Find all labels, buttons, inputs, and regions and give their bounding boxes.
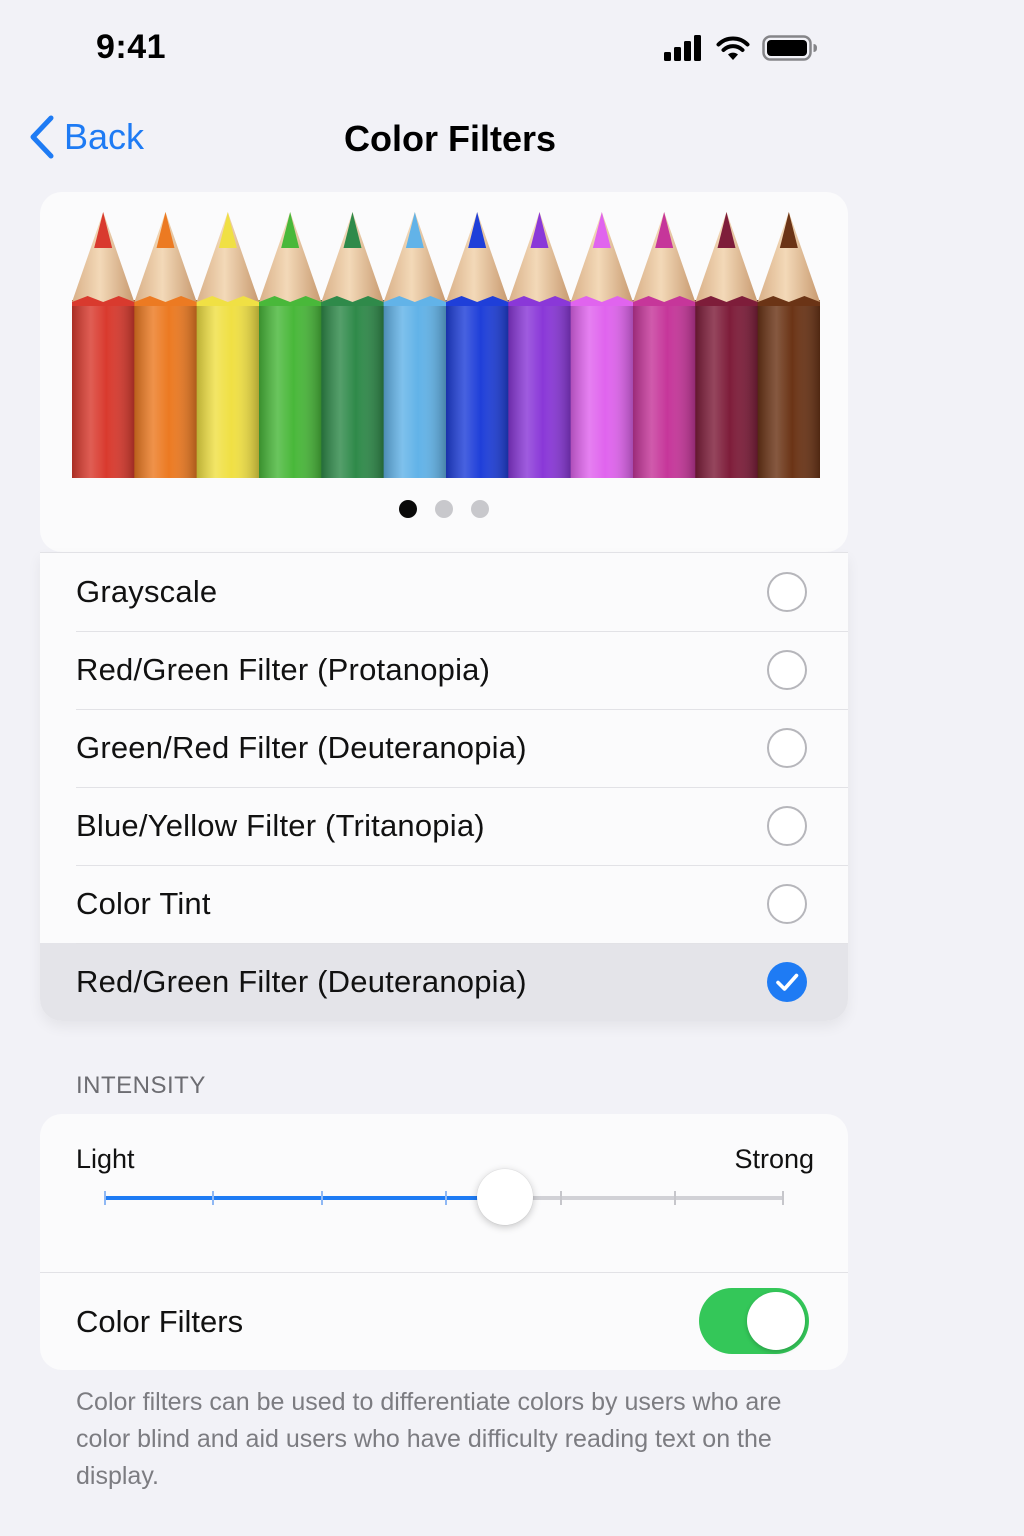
colored-pencils-illustration <box>72 212 820 478</box>
slider-min-label: Light <box>76 1144 135 1174</box>
pencil <box>383 212 447 478</box>
checkmark-glyph-icon <box>776 973 799 991</box>
status-bar: 9:41 <box>0 0 1024 100</box>
slider-tick <box>560 1191 562 1205</box>
filter-option-color-tint[interactable]: Color Tint <box>40 865 848 943</box>
intensity-section-header: INTENSITY <box>76 1072 206 1099</box>
intensity-slider[interactable] <box>104 1169 784 1225</box>
filter-option-protanopia[interactable]: Red/Green Filter (Protanopia) <box>40 631 848 709</box>
navigation-bar: Back Color Filters <box>0 100 1024 180</box>
page-dot-3[interactable] <box>471 500 489 518</box>
status-time: 9:41 <box>96 28 167 66</box>
wifi-icon <box>716 36 750 60</box>
pencil <box>570 212 634 478</box>
pencil <box>259 212 322 478</box>
color-filters-screen: 9:41 Back Color Filters Grayscale Red/Gr… <box>0 0 1024 1536</box>
pencil <box>446 212 509 478</box>
radio-unchecked-icon[interactable] <box>767 650 807 690</box>
intensity-card: Light Strong Color Filters <box>40 1114 848 1370</box>
slider-max-label: Strong <box>734 1144 814 1174</box>
radio-unchecked-icon[interactable] <box>767 728 807 768</box>
page-indicator[interactable] <box>40 500 848 518</box>
slider-tick <box>782 1191 784 1205</box>
color-filters-toggle[interactable] <box>699 1288 809 1354</box>
filter-option-label: Red/Green Filter (Protanopia) <box>76 652 491 687</box>
filter-option-label: Blue/Yellow Filter (Tritanopia) <box>76 808 485 843</box>
pencil <box>321 212 385 478</box>
radio-unchecked-icon[interactable] <box>767 884 807 924</box>
filter-option-deuteranopia[interactable]: Green/Red Filter (Deuteranopia) <box>40 709 848 787</box>
battery-icon <box>762 35 817 61</box>
color-filters-toggle-label: Color Filters <box>76 1304 244 1339</box>
page-title: Color Filters <box>343 118 557 159</box>
slider-tick <box>445 1191 447 1205</box>
slider-thumb[interactable] <box>477 1169 533 1225</box>
slider-tick <box>212 1191 214 1205</box>
filter-option-label: Color Tint <box>76 886 211 921</box>
color-preview-card[interactable] <box>40 192 848 552</box>
filter-option-tritanopia[interactable]: Blue/Yellow Filter (Tritanopia) <box>40 787 848 865</box>
pencil <box>695 212 759 478</box>
filter-option-label: Green/Red Filter (Deuteranopia) <box>76 730 527 765</box>
pencil <box>757 212 820 478</box>
page-dot-2[interactable] <box>435 500 453 518</box>
filter-option-grayscale[interactable]: Grayscale <box>40 553 848 631</box>
cellular-signal-icon <box>664 35 701 61</box>
status-icons <box>664 34 818 62</box>
filter-option-red-green-deuteranopia[interactable]: Red/Green Filter (Deuteranopia) <box>40 943 848 1021</box>
pencil <box>72 212 135 478</box>
filter-options-list: Grayscale Red/Green Filter (Protanopia) … <box>40 552 848 1021</box>
divider <box>40 1272 848 1273</box>
slider-tick <box>104 1191 106 1205</box>
pencil <box>134 212 198 478</box>
toggle-knob <box>747 1292 805 1350</box>
filter-option-label: Grayscale <box>76 574 218 609</box>
pencil <box>196 212 260 478</box>
page-dot-1[interactable] <box>399 500 417 518</box>
filter-option-label: Red/Green Filter (Deuteranopia) <box>76 964 527 999</box>
pencil <box>633 212 696 478</box>
slider-tick <box>321 1191 323 1205</box>
checkmark-icon[interactable] <box>767 962 807 1002</box>
footer-description: Color filters can be used to differentia… <box>76 1388 782 1490</box>
pencil <box>508 212 572 478</box>
radio-unchecked-icon[interactable] <box>767 806 807 846</box>
slider-tick <box>674 1191 676 1205</box>
radio-unchecked-icon[interactable] <box>767 572 807 612</box>
